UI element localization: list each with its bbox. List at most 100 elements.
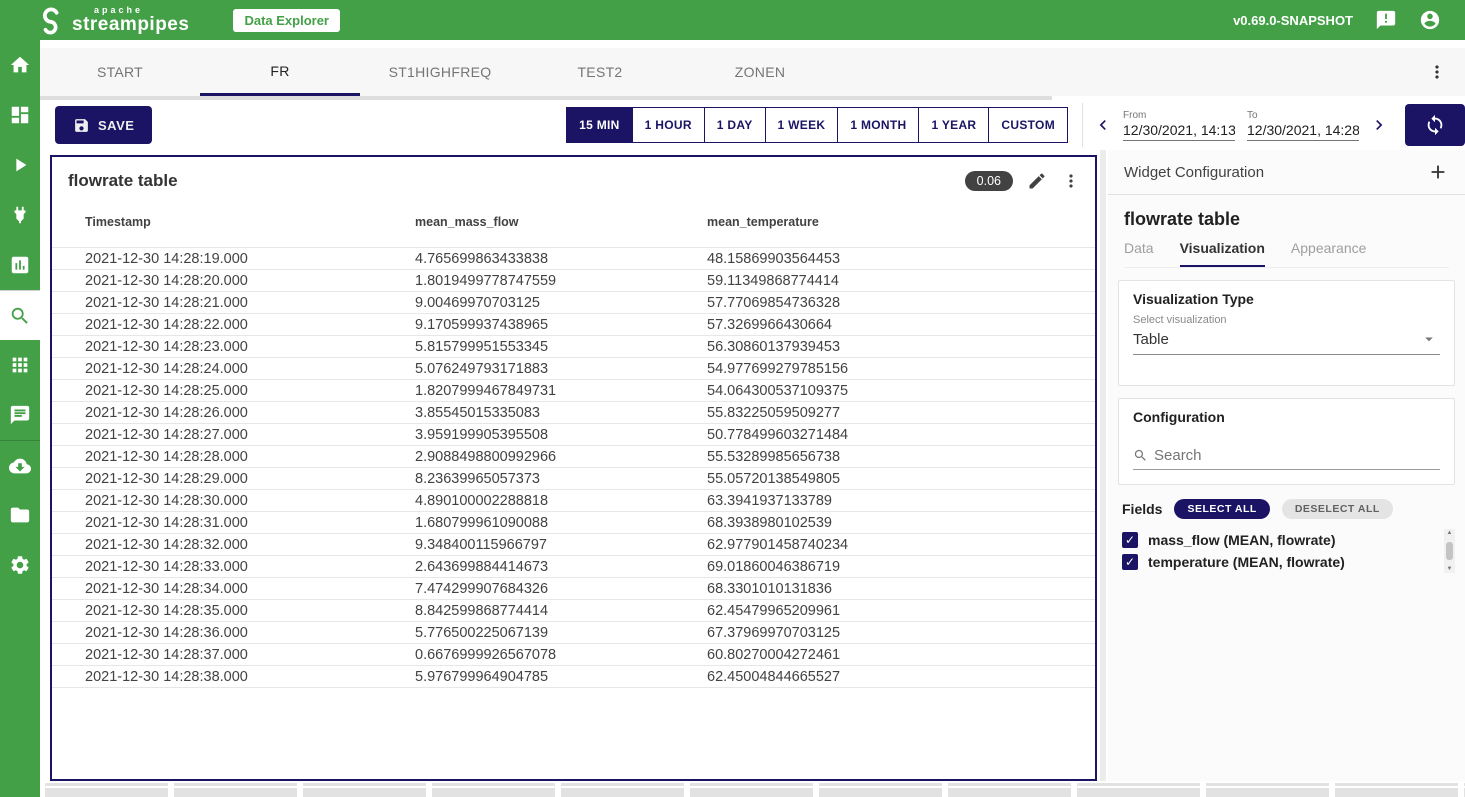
config-tabs: Data Visualization Appearance [1124, 240, 1449, 268]
gear-icon [9, 554, 31, 576]
fields-list-scrollbar[interactable]: ▲ ▼ [1444, 529, 1455, 573]
search-icon [9, 305, 31, 327]
table-row: 2021-12-30 14:28:36.0005.776500225067139… [52, 622, 1095, 644]
widget-title: flowrate table [68, 171, 178, 191]
add-widget-button[interactable] [1427, 161, 1449, 183]
table-row: 2021-12-30 14:28:25.0001.820799946784973… [52, 380, 1095, 402]
scroll-thumb[interactable] [1446, 542, 1453, 560]
table-row: 2021-12-30 14:28:26.0003.855450153350835… [52, 402, 1095, 424]
table-row: 2021-12-30 14:28:22.0009.170599937438965… [52, 314, 1095, 336]
tab-visualization[interactable]: Visualization [1180, 240, 1265, 267]
panel-title: Widget Configuration [1124, 164, 1264, 181]
home-icon [9, 54, 31, 76]
column-mean-temperature: mean_temperature [707, 201, 1095, 248]
next-range-button[interactable] [1365, 111, 1393, 139]
chevron-left-icon [1093, 115, 1113, 135]
table-row: 2021-12-30 14:28:37.0000.667699992656707… [52, 644, 1095, 666]
scroll-down-arrow[interactable]: ▼ [1447, 566, 1453, 572]
column-timestamp: Timestamp [52, 201, 415, 248]
tab-data[interactable]: Data [1124, 240, 1154, 267]
sidebar-item-home[interactable] [0, 40, 40, 90]
time-range-1day[interactable]: 1 DAY [704, 107, 765, 143]
table-row: 2021-12-30 14:28:38.0005.976799964904785… [52, 666, 1095, 688]
widget-menu-icon[interactable] [1061, 171, 1081, 191]
data-table: Timestamp mean_mass_flow mean_temperatur… [52, 201, 1095, 688]
time-range-1hour[interactable]: 1 HOUR [632, 107, 704, 143]
tabbar-menu-button[interactable] [1427, 48, 1447, 96]
sidebar-item-settings[interactable] [0, 540, 40, 590]
sidebar-item-connect[interactable] [0, 190, 40, 240]
to-date-input[interactable] [1247, 122, 1359, 141]
configuration-card: Configuration [1118, 398, 1455, 485]
chart-icon [9, 254, 31, 276]
tab-st1highfreq[interactable]: ST1HIGHFREQ [360, 48, 520, 96]
table-row: 2021-12-30 14:28:34.0007.474299907684326… [52, 578, 1095, 600]
to-label: To [1247, 110, 1359, 121]
search-icon [1133, 448, 1148, 463]
fields-section: Fields SELECT ALL DESELECT ALL ✓ mass_fl… [1118, 499, 1455, 573]
streampipes-logo-icon [36, 5, 66, 35]
flowrate-table-widget: flowrate table 0.06 Timestamp mean_mass_… [50, 155, 1097, 781]
account-icon[interactable] [1419, 9, 1441, 31]
table-row: 2021-12-30 14:28:24.0005.076249793171883… [52, 358, 1095, 380]
tab-zonen[interactable]: ZONEN [680, 48, 840, 96]
refresh-icon [1424, 114, 1446, 136]
time-range-1month[interactable]: 1 MONTH [837, 107, 918, 143]
sidebar-item-dashboard[interactable] [0, 90, 40, 140]
tab-appearance[interactable]: Appearance [1291, 240, 1367, 267]
configuration-heading: Configuration [1133, 409, 1440, 425]
mass-flow-checkbox[interactable]: ✓ [1122, 532, 1138, 548]
sidebar-item-apps[interactable] [0, 340, 40, 390]
search-input[interactable] [1154, 447, 1430, 464]
table-row: 2021-12-30 14:28:21.0009.004699707031255… [52, 292, 1095, 314]
sidebar-item-data-explorer[interactable] [0, 290, 40, 340]
dashboard-icon [9, 104, 31, 126]
save-button[interactable]: SAVE [55, 106, 152, 144]
from-date-input[interactable] [1123, 122, 1235, 141]
visualization-type-select[interactable]: Table [1133, 328, 1440, 355]
streampipes-logo[interactable]: apache streampipes [36, 5, 189, 35]
sidebar-item-dashboard-live[interactable] [0, 240, 40, 290]
table-row: 2021-12-30 14:28:30.0004.890100002288818… [52, 490, 1095, 512]
plug-icon [9, 204, 31, 226]
feedback-icon[interactable] [1375, 9, 1397, 31]
dashboard-grid-cells [45, 783, 1465, 797]
time-range-custom[interactable]: CUSTOM [988, 107, 1068, 143]
temperature-checkbox[interactable]: ✓ [1122, 554, 1138, 570]
dropdown-arrow-icon [1420, 330, 1438, 348]
configured-widget-name: flowrate table [1124, 209, 1449, 230]
field-search [1133, 447, 1440, 470]
deselect-all-button[interactable]: DESELECT ALL [1282, 499, 1393, 519]
app-header: apache streampipes Data Explorer v0.69.0… [0, 0, 1465, 40]
plus-icon [1427, 161, 1449, 183]
table-row: 2021-12-30 14:28:28.0002.908849880099296… [52, 446, 1095, 468]
visualization-type-card: Visualization Type Select visualization … [1118, 280, 1455, 386]
time-range-15min[interactable]: 15 MIN [566, 107, 631, 143]
edit-widget-icon[interactable] [1027, 171, 1047, 191]
chevron-right-icon [1369, 115, 1389, 135]
data-explorer-badge: Data Explorer [233, 9, 340, 32]
time-range-1week[interactable]: 1 WEEK [765, 107, 838, 143]
tab-test2[interactable]: TEST2 [520, 48, 680, 96]
previous-range-button[interactable] [1089, 111, 1117, 139]
sidebar-item-files[interactable] [0, 490, 40, 540]
date-navigation: From To [1082, 103, 1465, 147]
table-row: 2021-12-30 14:28:33.0002.643699884414673… [52, 556, 1095, 578]
tab-start[interactable]: START [40, 48, 200, 96]
sidebar-item-notifications[interactable] [0, 390, 40, 440]
folder-icon [9, 504, 31, 526]
content-scrollbar[interactable] [1100, 150, 1106, 781]
apps-grid-icon [9, 354, 31, 376]
select-all-button[interactable]: SELECT ALL [1174, 499, 1269, 519]
save-icon [73, 117, 90, 134]
scroll-up-arrow[interactable]: ▲ [1447, 530, 1453, 536]
time-range-1year[interactable]: 1 YEAR [918, 107, 988, 143]
sidebar-item-pipelines[interactable] [0, 140, 40, 190]
visualization-type-heading: Visualization Type [1133, 291, 1440, 307]
cloud-download-icon [9, 455, 31, 477]
tab-fr[interactable]: FR [200, 48, 360, 96]
table-row: 2021-12-30 14:28:32.0009.348400115966797… [52, 534, 1095, 556]
play-icon [9, 154, 31, 176]
refresh-button[interactable] [1405, 104, 1465, 146]
sidebar-item-install[interactable] [0, 440, 40, 490]
